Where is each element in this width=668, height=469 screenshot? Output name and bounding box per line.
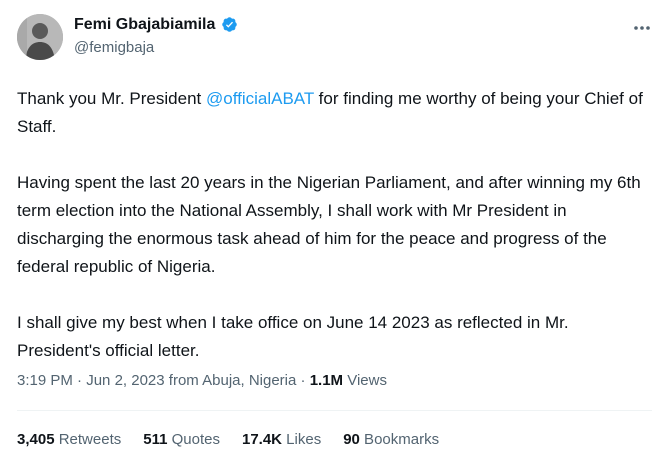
retweets-label: Retweets	[54, 431, 122, 448]
location: from Abuja, Nigeria	[164, 372, 297, 389]
tweet-paragraph-2: Having spent the last 20 years in the Ni…	[17, 173, 641, 276]
retweets-count: 3,405	[17, 431, 55, 448]
timestamp-time[interactable]: 3:19 PM	[17, 372, 73, 389]
tweet-paragraph-1: Thank you Mr. President @officialABAT fo…	[17, 85, 653, 141]
tweet-meta: 3:19 PM · Jun 2, 2023 from Abuja, Nigeri…	[17, 372, 387, 389]
tweet-text: Thank you Mr. President @officialABAT fo…	[17, 85, 653, 365]
retweets-stat[interactable]: 3,405 Retweets	[17, 431, 121, 448]
tweet-paragraph-3: I shall give my best when I take office …	[17, 313, 569, 360]
views-count: 1.1M	[309, 372, 344, 389]
divider	[17, 410, 652, 411]
likes-count: 17.4K	[241, 431, 283, 448]
quotes-label: Quotes	[167, 431, 220, 448]
profile-photo-icon	[17, 14, 63, 60]
timestamp-date[interactable]: Jun 2, 2023	[86, 372, 164, 389]
verified-badge-icon	[220, 15, 239, 34]
quotes-count: 511	[143, 431, 168, 448]
separator: ·	[72, 372, 87, 389]
mention-link[interactable]: @officialABAT	[206, 89, 314, 108]
likes-stat[interactable]: 17.4K Likes	[242, 431, 321, 448]
more-options-icon[interactable]	[632, 18, 652, 38]
text-segment: Thank you Mr. President	[17, 89, 206, 108]
views-label: Views	[343, 372, 387, 389]
bookmarks-label: Bookmarks	[359, 431, 440, 448]
separator: ·	[296, 372, 310, 389]
tweet: Femi Gbajabiamila @femigbaja Thank you M…	[0, 0, 668, 469]
display-name[interactable]: Femi Gbajabiamila	[74, 16, 215, 34]
author-name-row: Femi Gbajabiamila	[74, 15, 239, 34]
engagement-stats: 3,405 Retweets 511 Quotes 17.4K Likes 90…	[17, 431, 439, 448]
bookmarks-count: 90	[343, 431, 360, 448]
avatar[interactable]	[17, 14, 63, 60]
quotes-stat[interactable]: 511 Quotes	[143, 431, 220, 448]
likes-label: Likes	[282, 431, 322, 448]
handle[interactable]: @femigbaja	[74, 39, 154, 56]
bookmarks-stat[interactable]: 90 Bookmarks	[343, 431, 439, 448]
